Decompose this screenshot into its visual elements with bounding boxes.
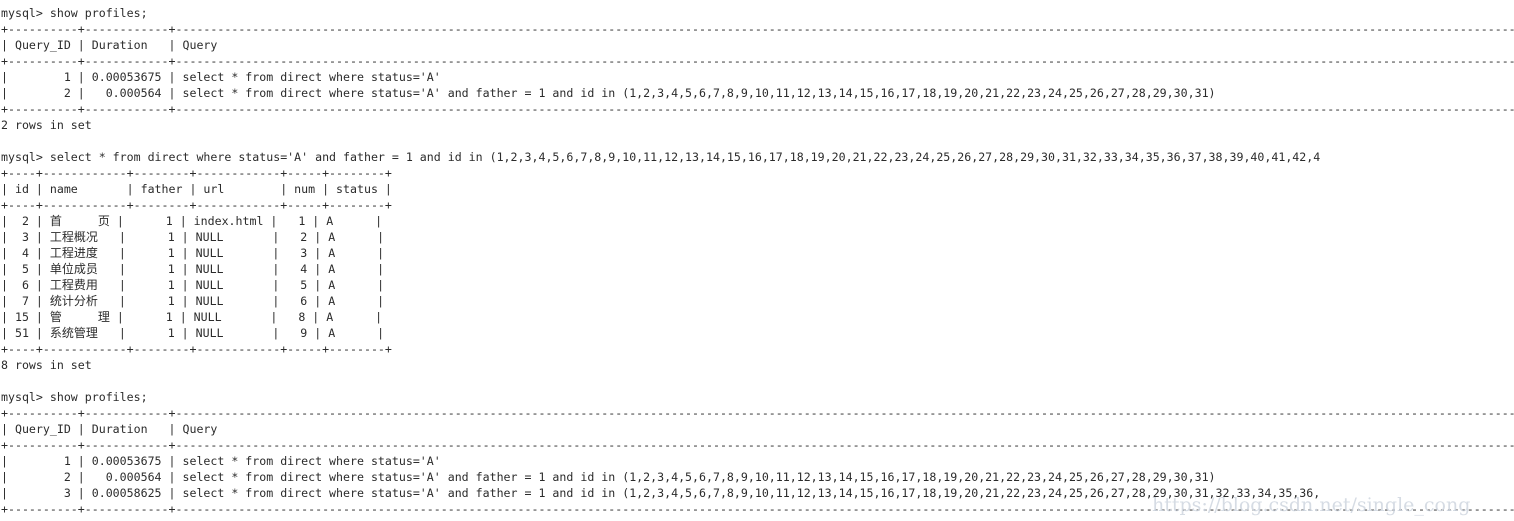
terminal-line: +----+------------+--------+------------… bbox=[1, 198, 392, 212]
terminal-line: | 2 | 0.000564 | select * from direct wh… bbox=[1, 86, 1514, 100]
terminal-line: +----------+------------+---------------… bbox=[1, 22, 1514, 36]
cjk-text: 工程费用 bbox=[49, 278, 98, 292]
terminal-line: | 2 | 0.000564 | select * from direct wh… bbox=[1, 470, 1216, 484]
terminal-line: 2 rows in set bbox=[1, 118, 92, 132]
terminal-line: mysql> show profiles; bbox=[1, 390, 148, 404]
terminal-line: mysql> show profiles; bbox=[1, 6, 148, 20]
cjk-text: 管 理 bbox=[49, 310, 110, 324]
terminal-line: | 7 | 统计分析 | 1 | NULL | 6 | A | bbox=[1, 294, 385, 308]
terminal-output[interactable]: mysql> show profiles; +----------+-------… bbox=[0, 0, 1514, 521]
terminal-line: | Query_ID | Duration | Query bbox=[1, 38, 1514, 52]
terminal-line: 8 rows in set bbox=[1, 358, 92, 372]
terminal-line: +----------+------------+---------------… bbox=[1, 54, 1514, 68]
cjk-text: 工程进度 bbox=[49, 246, 98, 260]
terminal-line: +----------+------------+---------------… bbox=[1, 438, 1514, 452]
terminal-line: | 15 | 管 理 | 1 | NULL | 8 | A | bbox=[1, 310, 383, 324]
terminal-line: | 4 | 工程进度 | 1 | NULL | 3 | A | bbox=[1, 246, 385, 260]
cjk-text: 统计分析 bbox=[49, 294, 98, 308]
terminal-line: | 5 | 单位成员 | 1 | NULL | 4 | A | bbox=[1, 262, 385, 276]
terminal-line: +----+------------+--------+------------… bbox=[1, 342, 392, 356]
terminal-line: | 2 | 首 页 | 1 | index.html | 1 | A | bbox=[1, 214, 383, 228]
terminal-line: +----+------------+--------+------------… bbox=[1, 166, 392, 180]
terminal-line: | 3 | 工程概况 | 1 | NULL | 2 | A | bbox=[1, 230, 385, 244]
terminal-line: +----------+------------+---------------… bbox=[1, 406, 1514, 420]
terminal-line: | 1 | 0.00053675 | select * from direct … bbox=[1, 70, 1514, 84]
terminal-line: | 51 | 系统管理 | 1 | NULL | 9 | A | bbox=[1, 326, 385, 340]
terminal-line: | id | name | father | url | num | statu… bbox=[1, 182, 392, 196]
cjk-text: 系统管理 bbox=[49, 326, 98, 340]
terminal-line: mysql> select * from direct where status… bbox=[1, 150, 1321, 164]
terminal-line: +----------+------------+---------------… bbox=[1, 102, 1514, 116]
cjk-text: 工程概况 bbox=[49, 230, 98, 244]
terminal-line: | 1 | 0.00053675 | select * from direct … bbox=[1, 454, 441, 468]
terminal-line: | 6 | 工程费用 | 1 | NULL | 5 | A | bbox=[1, 278, 385, 292]
cjk-text: 首 页 bbox=[49, 214, 110, 228]
cjk-text: 单位成员 bbox=[49, 262, 98, 276]
terminal-line: | 3 | 0.00058625 | select * from direct … bbox=[1, 486, 1321, 500]
terminal-line: | Query_ID | Duration | Query bbox=[1, 422, 218, 436]
terminal-line: +----------+------------+---------------… bbox=[1, 502, 1514, 516]
